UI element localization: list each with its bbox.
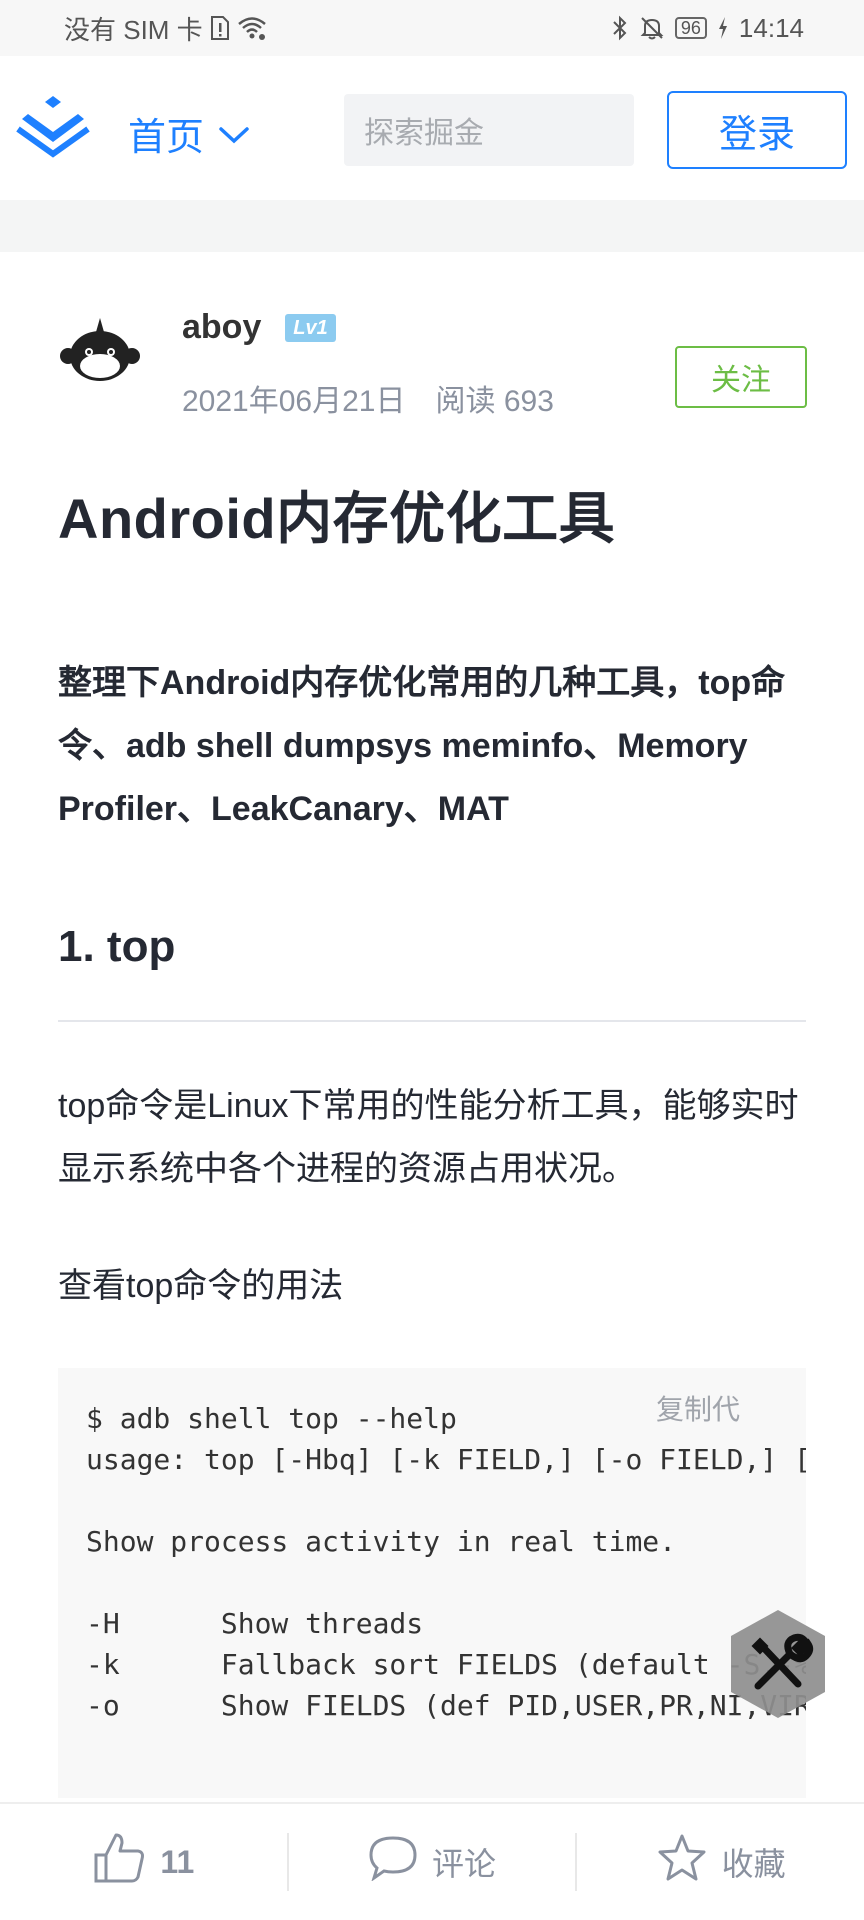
- chevron-down-icon: [218, 112, 250, 155]
- author-avatar[interactable]: [58, 312, 142, 396]
- article-paragraph-2: 查看top命令的用法: [58, 1267, 344, 1305]
- article-meta: 2021年06月21日 阅读 693: [182, 376, 554, 420]
- author-name[interactable]: aboy: [182, 308, 261, 347]
- login-button[interactable]: 登录: [667, 91, 847, 169]
- header-spacer: [0, 200, 864, 252]
- like-count: 11: [160, 1843, 195, 1880]
- carrier-text: 没有 SIM 卡: [64, 14, 203, 45]
- article-summary: 整理下Android内存优化常用的几种工具，top命令、adb shell du…: [58, 664, 786, 828]
- comment-bubble-icon: [368, 1835, 418, 1889]
- tools-floating-button[interactable]: [720, 1606, 836, 1722]
- battery-indicator: 96: [674, 17, 707, 39]
- nav-home-label: 首页: [128, 117, 205, 159]
- comment-label: 评论: [432, 1846, 497, 1882]
- copy-code-button[interactable]: 复制代: [656, 1388, 740, 1428]
- section-heading: 1. top: [58, 922, 176, 971]
- charging-icon: [717, 15, 729, 41]
- thumbs-up-icon: [92, 1831, 146, 1893]
- level-badge: Lv1: [285, 314, 336, 342]
- like-button[interactable]: 11: [0, 1832, 287, 1892]
- code-block[interactable]: $ adb shell top --help usage: top [-Hbq]…: [58, 1368, 806, 1798]
- article-paragraph: top命令是Linux下常用的性能分析工具，能够实时显示系统中各个进程的资源占用…: [58, 1087, 799, 1188]
- clock-time: 14:14: [738, 12, 804, 43]
- bottom-action-bar: 11 评论 收藏: [0, 1802, 864, 1920]
- status-bar: 没有 SIM 卡 96 14:14: [0, 0, 864, 56]
- bluetooth-icon: [611, 15, 629, 41]
- search-input[interactable]: 探索掘金: [344, 94, 634, 166]
- juejin-logo-icon[interactable]: [16, 92, 90, 158]
- comment-button[interactable]: 评论: [289, 1832, 576, 1892]
- wifi-icon: [237, 15, 267, 41]
- article-title: Android内存优化工具: [58, 487, 616, 550]
- read-count: 阅读 693: [435, 385, 554, 418]
- mute-bell-icon: [639, 15, 665, 41]
- heading-divider: [58, 1020, 806, 1022]
- sim-alert-icon: [209, 15, 231, 41]
- collect-label: 收藏: [721, 1846, 786, 1882]
- nav-home-dropdown[interactable]: 首页: [128, 106, 250, 161]
- site-header: 首页 探索掘金 登录: [0, 56, 864, 200]
- publish-date: 2021年06月21日: [182, 385, 406, 418]
- collect-button[interactable]: 收藏: [577, 1832, 864, 1892]
- follow-button[interactable]: 关注: [675, 346, 807, 408]
- star-icon: [656, 1833, 708, 1891]
- search-placeholder: 探索掘金: [364, 117, 484, 150]
